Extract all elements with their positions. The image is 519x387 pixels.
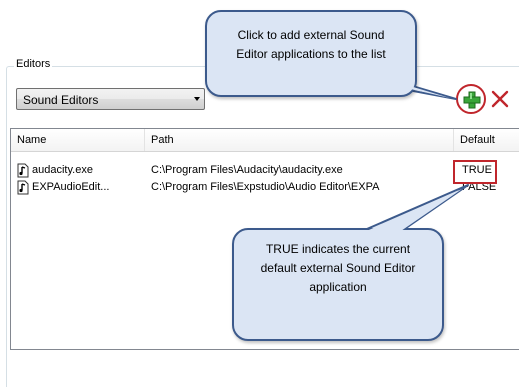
- row-name: EXPAudioEdit...: [32, 181, 110, 193]
- list-row[interactable]: EXPAudioEdit... C:\Program Files\Expstud…: [11, 179, 519, 196]
- row-path: C:\Program Files\Audacity\audacity.exe: [151, 164, 343, 176]
- audio-file-icon: [17, 163, 29, 178]
- list-header: Name Path Default: [11, 129, 519, 152]
- row-name: audacity.exe: [32, 164, 93, 176]
- editors-group-title: Editors: [14, 58, 53, 70]
- column-header-name[interactable]: Name: [11, 129, 145, 151]
- default-editor-callout: TRUE indicates the current default exter…: [232, 228, 444, 341]
- column-header-default[interactable]: Default: [454, 129, 519, 151]
- add-editor-button[interactable]: [456, 84, 486, 114]
- chevron-down-icon: [194, 97, 200, 101]
- column-header-path[interactable]: Path: [145, 129, 454, 151]
- default-true-highlight: [453, 160, 497, 184]
- add-editor-callout: Click to add external Sound Editor appli…: [205, 10, 417, 97]
- list-row[interactable]: audacity.exe C:\Program Files\Audacity\a…: [11, 162, 519, 179]
- dropdown-selected-value: Sound Editors: [23, 93, 99, 107]
- remove-editor-button[interactable]: [489, 88, 511, 110]
- audio-file-icon: [17, 180, 29, 195]
- callout-text: Click to add external Sound Editor appli…: [236, 28, 386, 61]
- plus-icon: [463, 91, 481, 109]
- x-icon: [491, 90, 509, 108]
- editor-type-dropdown[interactable]: Sound Editors: [16, 88, 205, 110]
- callout-text: TRUE indicates the current default exter…: [260, 242, 416, 294]
- row-path: C:\Program Files\Expstudio\Audio Editor\…: [151, 181, 380, 193]
